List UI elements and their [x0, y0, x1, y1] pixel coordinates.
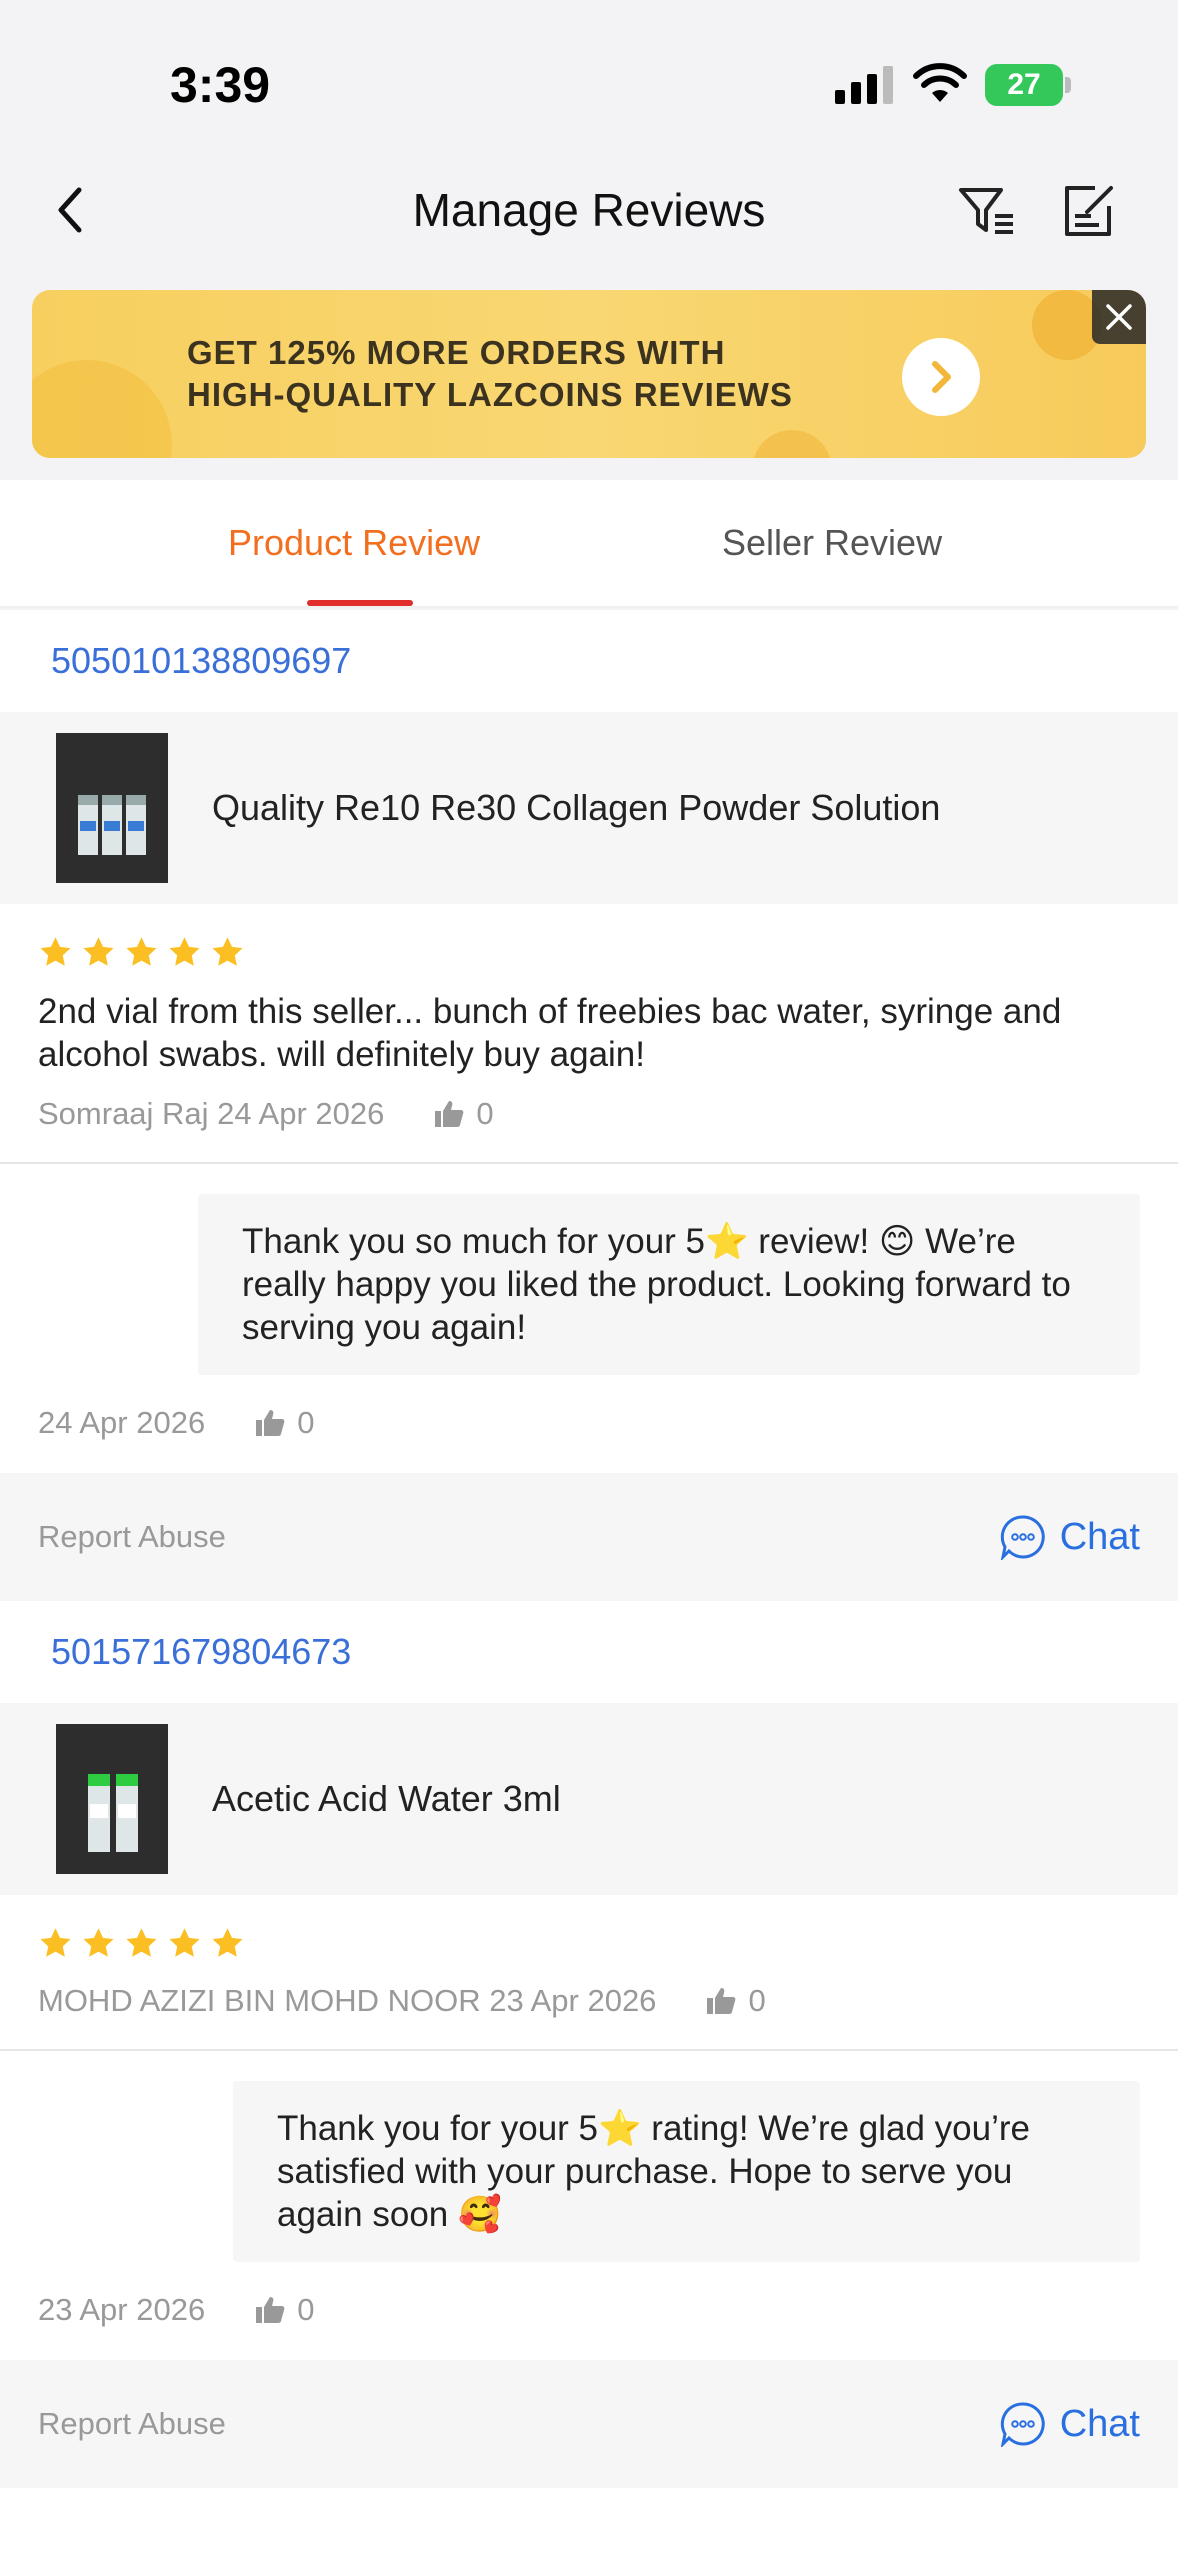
- chat-label: Chat: [1059, 2402, 1140, 2445]
- star-icon: [212, 1927, 243, 1957]
- order-id-row: 505010138809697: [0, 610, 1178, 712]
- chat-button[interactable]: Chat: [1000, 2401, 1140, 2447]
- star-icon: [126, 1927, 157, 1957]
- cellular-signal-icon: [835, 66, 895, 104]
- coin-decoration: [752, 430, 832, 458]
- reply-meta: 24 Apr 2026 0: [38, 1405, 1140, 1441]
- chat-bubble-icon: [1000, 2402, 1045, 2447]
- product-thumbnail: [56, 1724, 168, 1874]
- product-row[interactable]: Quality Re10 Re30 Collagen Powder Soluti…: [0, 712, 1178, 904]
- thumbs-up-icon: [707, 1988, 736, 2014]
- status-time: 3:39: [170, 57, 271, 113]
- report-abuse-link[interactable]: Report Abuse: [38, 1519, 226, 1555]
- nav-bar: Manage Reviews: [0, 150, 1178, 270]
- chevron-right-icon: [932, 361, 951, 393]
- product-row[interactable]: Acetic Acid Water 3ml: [0, 1703, 1178, 1895]
- close-icon: [1106, 304, 1132, 330]
- chat-button[interactable]: Chat: [1000, 1514, 1140, 1560]
- reply-like-count: 0: [297, 2292, 315, 2327]
- buyer-review: 2nd vial from this seller... bunch of fr…: [0, 904, 1178, 1164]
- like-count: 0: [476, 1096, 494, 1131]
- product-name: Quality Re10 Re30 Collagen Powder Soluti…: [212, 787, 941, 828]
- like-button[interactable]: 0: [434, 1096, 494, 1132]
- star-icon: [83, 936, 114, 966]
- seller-reply: Thank you for your 5⭐ rating! We’re glad…: [0, 2051, 1178, 2360]
- tab-product-review[interactable]: Product Review: [228, 522, 480, 564]
- seller-reply: Thank you so much for your 5⭐ review! 😊 …: [0, 1164, 1178, 1473]
- order-id-row: [0, 2488, 1178, 2560]
- wifi-icon: [913, 63, 967, 102]
- chat-bubble-icon: [1000, 1515, 1045, 1560]
- reviewer-and-date: Somraaj Raj 24 Apr 2026: [38, 1096, 385, 1131]
- star-rating: [38, 1923, 1140, 1963]
- filter-icon: [959, 188, 1013, 234]
- review-text: 2nd vial from this seller... bunch of fr…: [38, 992, 1062, 1074]
- banner-line-2: HIGH-QUALITY LAZCOINS REVIEWS: [187, 376, 793, 413]
- banner-line-1: GET 125% MORE ORDERS WITH: [187, 334, 726, 371]
- action-row: Report Abuse Chat: [0, 2360, 1178, 2488]
- coin-decoration: [32, 360, 172, 458]
- star-icon: [83, 1927, 114, 1957]
- star-icon: [169, 936, 200, 966]
- review-tabs: Product Review Seller Review: [0, 480, 1178, 608]
- thumbs-up-icon: [256, 1410, 285, 1436]
- thumbs-up-icon: [256, 2297, 285, 2323]
- buyer-review: MOHD AZIZI BIN MOHD NOOR 23 Apr 2026 0: [0, 1895, 1178, 2051]
- review-card: 505010138809697 Quality Re10 Re30 Collag…: [0, 610, 1178, 1601]
- product-thumbnail: [56, 733, 168, 883]
- battery-level: 27: [985, 64, 1063, 106]
- reply-text: Thank you for your 5⭐ rating! We’re glad…: [233, 2081, 1140, 2262]
- active-tab-indicator: [307, 600, 413, 606]
- vial-image: [56, 733, 168, 883]
- like-button[interactable]: 0: [706, 1983, 766, 2019]
- banner-arrow-button[interactable]: [902, 338, 980, 416]
- product-name: Acetic Acid Water 3ml: [212, 1778, 561, 1819]
- tab-seller-review[interactable]: Seller Review: [722, 522, 942, 564]
- edit-note-icon: [1065, 186, 1113, 236]
- star-rating: [38, 932, 1140, 972]
- report-abuse-link[interactable]: Report Abuse: [38, 2406, 226, 2442]
- star-icon: [212, 936, 243, 966]
- promo-banner[interactable]: GET 125% MORE ORDERS WITH HIGH-QUALITY L…: [32, 290, 1146, 458]
- reply-date: 24 Apr 2026: [38, 1405, 206, 1440]
- review-meta: Somraaj Raj 24 Apr 2026 0: [38, 1096, 1140, 1132]
- reply-text: Thank you so much for your 5⭐ review! 😊 …: [198, 1194, 1140, 1375]
- review-meta: MOHD AZIZI BIN MOHD NOOR 23 Apr 2026 0: [38, 1983, 1140, 2019]
- reply-date: 23 Apr 2026: [38, 2292, 206, 2327]
- vial-image: [56, 1724, 168, 1874]
- action-row: Report Abuse Chat: [0, 1473, 1178, 1601]
- star-icon: [126, 936, 157, 966]
- filter-button[interactable]: [955, 180, 1019, 244]
- star-icon: [40, 1927, 71, 1957]
- order-id-row: 501571679804673: [0, 1601, 1178, 1703]
- like-count: 0: [748, 1983, 766, 2018]
- reply-like-button[interactable]: 0: [255, 2292, 314, 2328]
- order-id-link[interactable]: 501571679804673: [51, 1631, 351, 1673]
- battery-icon: 27: [985, 64, 1071, 106]
- review-list: 505010138809697 Quality Re10 Re30 Collag…: [0, 610, 1178, 2560]
- review-card: 501571679804673 Acetic Acid Water 3ml MO…: [0, 1601, 1178, 2488]
- star-icon: [40, 936, 71, 966]
- status-bar: 3:39 27: [0, 0, 1178, 150]
- reply-meta: 23 Apr 2026 0: [38, 2292, 1140, 2328]
- banner-text: GET 125% MORE ORDERS WITH HIGH-QUALITY L…: [187, 332, 927, 416]
- star-icon: [169, 1927, 200, 1957]
- thumbs-up-icon: [435, 1101, 464, 1127]
- chat-label: Chat: [1059, 1515, 1140, 1558]
- reply-like-count: 0: [297, 1405, 315, 1440]
- order-id-link[interactable]: 505010138809697: [51, 640, 351, 682]
- reviewer-and-date: MOHD AZIZI BIN MOHD NOOR 23 Apr 2026: [38, 1983, 657, 2018]
- reply-like-button[interactable]: 0: [255, 1405, 314, 1441]
- compose-button[interactable]: [1057, 180, 1121, 244]
- banner-close-button[interactable]: [1092, 290, 1146, 344]
